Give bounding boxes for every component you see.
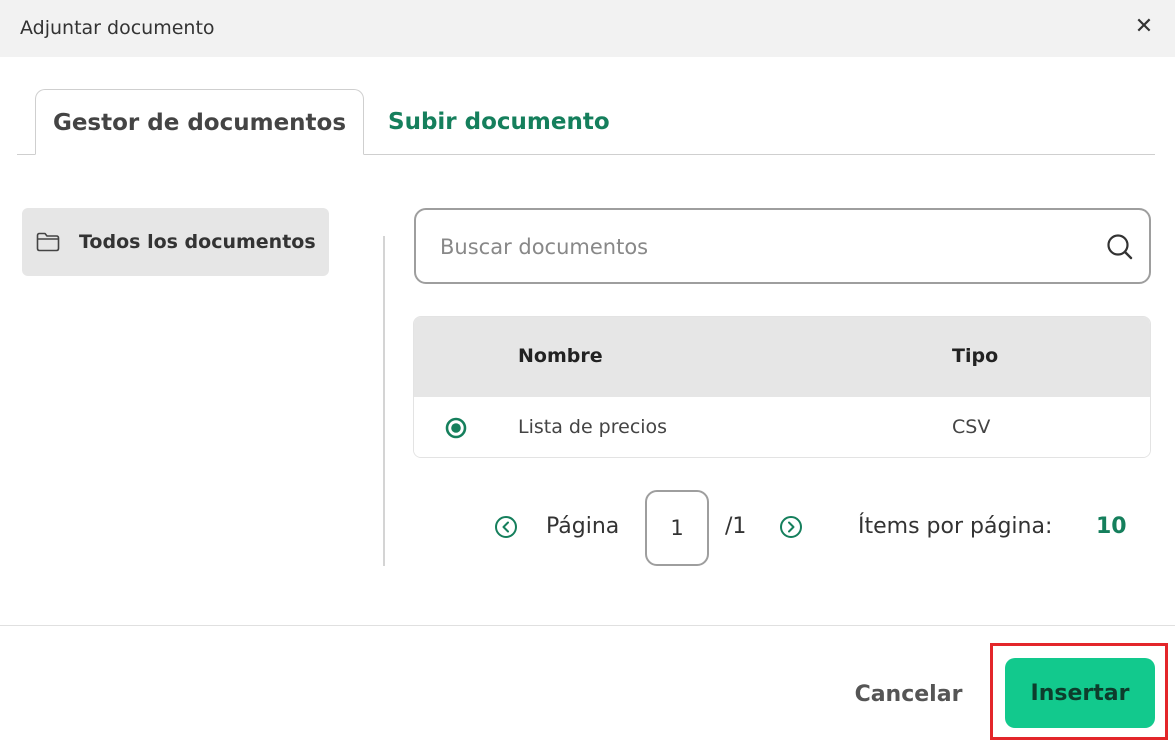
documents-table: Nombre Tipo Lista de precios CSV — [413, 316, 1151, 458]
radio-selected-icon[interactable] — [445, 417, 467, 439]
search-icon[interactable] — [1105, 232, 1135, 262]
total-pages: /1 — [725, 514, 747, 539]
cell-type: CSV — [952, 416, 991, 438]
previous-page-icon[interactable] — [493, 514, 519, 540]
pagination: Página /1 Ítems por página: 10 — [0, 490, 1175, 568]
page-number-input[interactable] — [645, 490, 709, 566]
insert-button[interactable]: Insertar — [1005, 658, 1155, 728]
folder-icon — [36, 232, 60, 252]
table-header: Nombre Tipo — [414, 317, 1150, 397]
footer-divider — [0, 625, 1175, 626]
tab-bar: Gestor de documentos Subir documento — [0, 0, 1175, 160]
tab-gestor-de-documentos[interactable]: Gestor de documentos — [35, 89, 364, 155]
next-page-icon[interactable] — [778, 514, 804, 540]
column-header-nombre: Nombre — [518, 345, 603, 367]
search-box — [414, 208, 1151, 284]
sidebar-item-label: Todos los documentos — [79, 231, 316, 253]
column-header-tipo: Tipo — [952, 345, 999, 367]
items-per-page-value[interactable]: 10 — [1096, 514, 1127, 539]
search-input[interactable] — [438, 226, 1082, 268]
page-label: Página — [546, 514, 620, 539]
cancel-button[interactable]: Cancelar — [836, 665, 981, 723]
cell-name: Lista de precios — [518, 416, 668, 438]
table-row[interactable]: Lista de precios CSV — [414, 397, 1150, 457]
sidebar-item-todos-los-documentos[interactable]: Todos los documentos — [22, 208, 329, 276]
tab-subir-documento[interactable]: Subir documento — [388, 89, 610, 155]
items-per-page-label: Ítems por página: — [858, 514, 1053, 539]
